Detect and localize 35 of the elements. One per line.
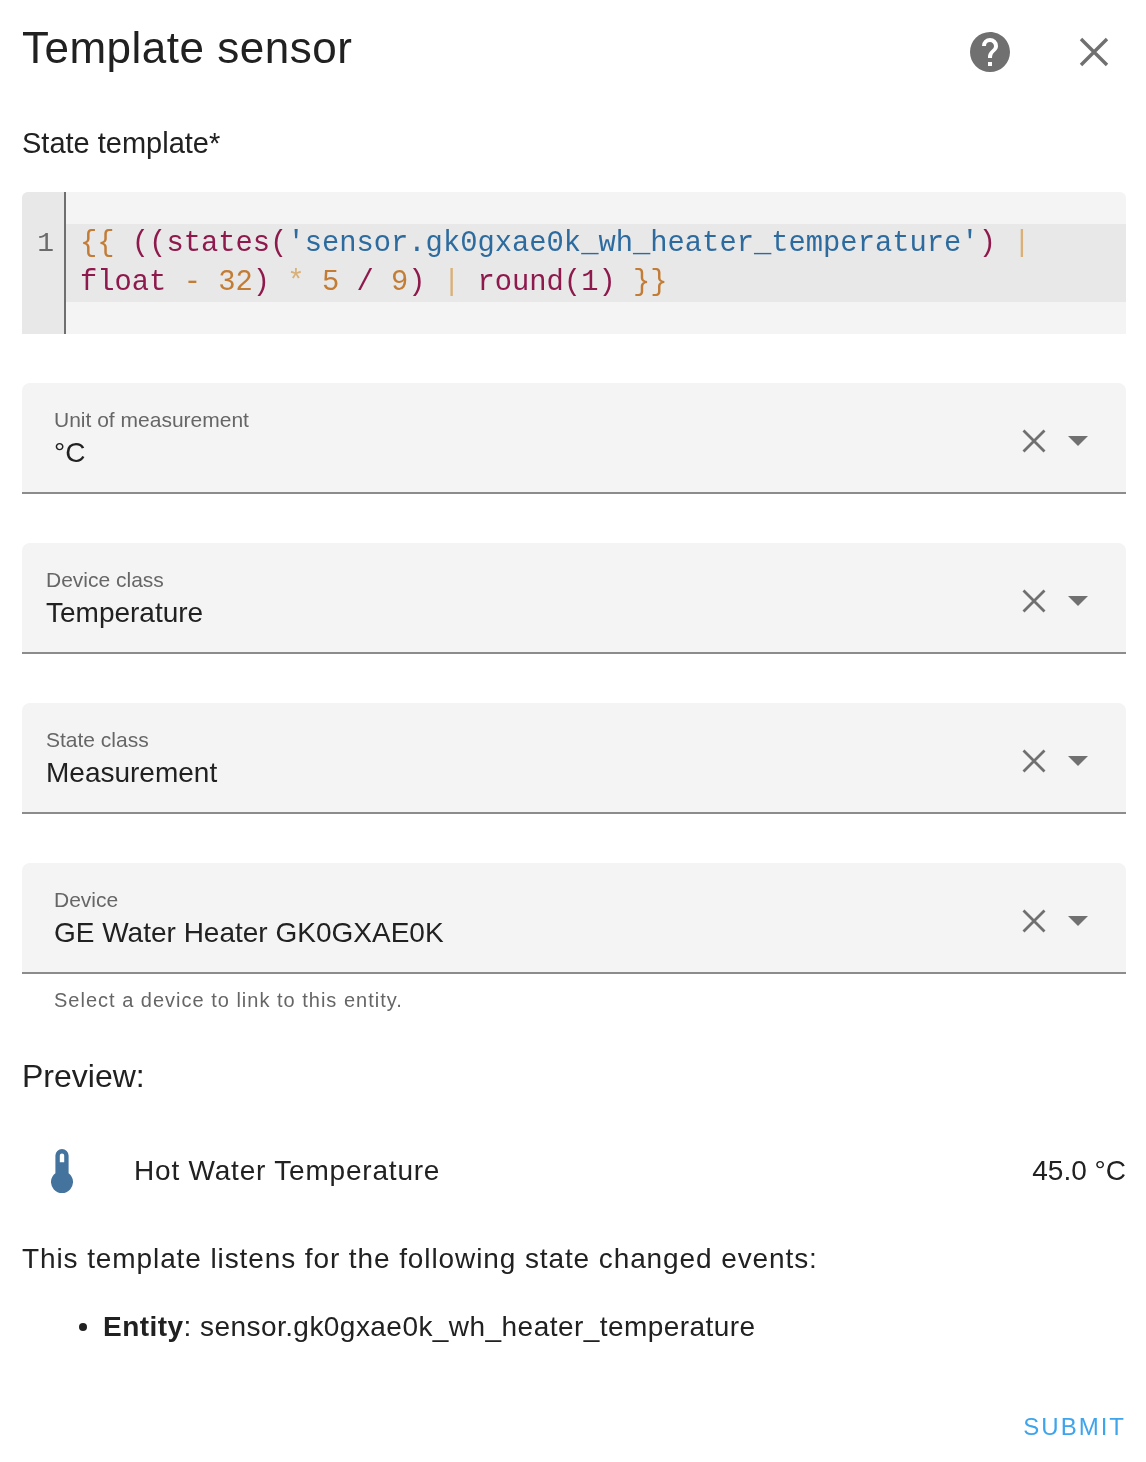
dialog-title: Template sensor — [22, 22, 353, 74]
code-editor[interactable]: 1 {{ ((states('sensor.gk0gxae0k_wh_heater_temperature') | float - 32) * 5 / 9) | round(1) }} — [22, 192, 1126, 334]
listener-intro: This template listens for the following state changed events: — [22, 1242, 818, 1276]
field-label: State class — [46, 728, 149, 752]
list-bullet-icon — [79, 1323, 87, 1331]
close-icon — [1079, 37, 1109, 67]
help-icon — [970, 32, 1010, 72]
entity-state: 45.0 °C — [1032, 1154, 1126, 1188]
entity-name: Hot Water Temperature — [134, 1154, 441, 1188]
listener-item: Entity: sensor.gk0gxae0k_wh_heater_temperature — [103, 1310, 756, 1344]
clear-icon[interactable] — [1022, 748, 1046, 773]
select-field[interactable]: State class Measurement — [22, 703, 1126, 814]
dropdown-caret-icon[interactable] — [1068, 915, 1088, 926]
dropdown-caret-icon[interactable] — [1068, 435, 1088, 446]
select-field[interactable]: Device class Temperature — [22, 543, 1126, 654]
clear-icon[interactable] — [1022, 908, 1046, 933]
combo-box-field[interactable]: Device GE Water Heater GK0GXAE0K — [22, 863, 1126, 974]
clear-icon[interactable] — [1022, 428, 1046, 453]
clear-icon[interactable] — [1022, 588, 1046, 613]
preview-heading: Preview: — [22, 1058, 145, 1094]
field-value: GE Water Heater GK0GXAE0K — [54, 916, 444, 950]
field-label: Device class — [46, 568, 164, 592]
field-label: Unit of measurement — [54, 408, 249, 432]
template-code: {{ ((states('sensor.gk0gxae0k_wh_heater_temperature') | float - 32) * 5 / 9) | round(1) }} — [66, 224, 1126, 302]
thermometer-icon — [51, 1149, 73, 1193]
field-value: Measurement — [46, 756, 218, 790]
field-label: Device — [54, 888, 119, 912]
combo-box-field[interactable]: Unit of measurement °C — [22, 383, 1126, 494]
dropdown-caret-icon[interactable] — [1068, 595, 1088, 606]
line-number: 1 — [37, 227, 54, 261]
dropdown-caret-icon[interactable] — [1068, 755, 1088, 766]
helper-text: Select a device to link to this entity. — [54, 988, 403, 1012]
field-value: Temperature — [46, 596, 204, 630]
field-label: State template* — [22, 127, 221, 159]
field-value: °C — [54, 436, 86, 470]
